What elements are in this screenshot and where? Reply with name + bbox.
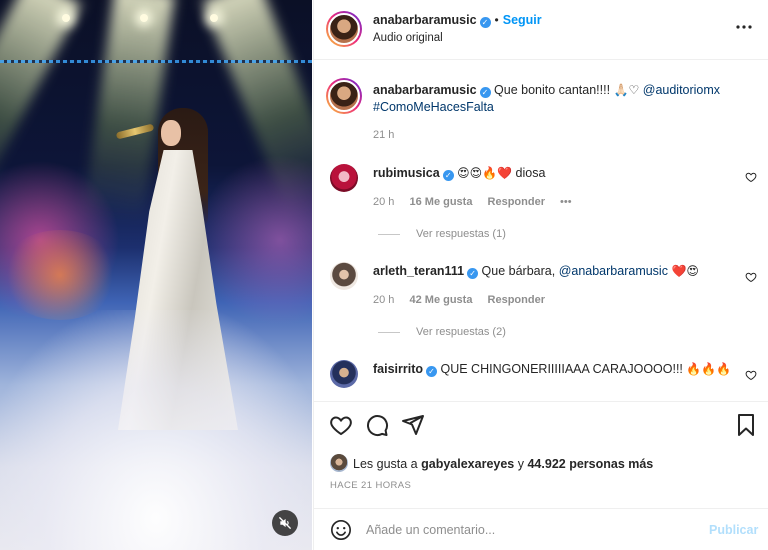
- reply-button[interactable]: Responder: [488, 294, 545, 306]
- reply-button[interactable]: Responder: [488, 196, 545, 208]
- likes-middle: y: [517, 457, 524, 471]
- comment-item: rubimusica ✓ 😍😍🔥❤️ diosa 20 h 16 Me gusta…: [314, 161, 768, 251]
- comment-composer: Añade un comentario... Publicar: [314, 508, 768, 550]
- comment-body: Que bárbara,: [481, 264, 556, 278]
- comment-input[interactable]: Añade un comentario...: [366, 523, 495, 537]
- follow-button[interactable]: Seguir: [503, 13, 542, 27]
- verified-icon: ✓: [479, 17, 491, 28]
- post-media-video[interactable]: [0, 0, 312, 550]
- mute-toggle-button[interactable]: [272, 510, 298, 536]
- author-line: anabarbaramusic ✓ • Seguir: [373, 13, 542, 28]
- commenter-avatar[interactable]: [330, 262, 358, 290]
- liker-avatar[interactable]: [330, 454, 348, 472]
- post-actions: Les gusta a gabyalexareyes y 44.922 pers…: [314, 401, 768, 550]
- heart-icon[interactable]: [329, 413, 353, 437]
- caption-meta: 21 h: [373, 129, 406, 141]
- replies-divider: [378, 233, 400, 235]
- comment-like-heart-icon[interactable]: [745, 271, 757, 283]
- separator-dot: •: [494, 13, 499, 27]
- view-replies-button[interactable]: Ver respuestas (1): [378, 228, 506, 240]
- comment-meta: 20 h 16 Me gusta Responder •••: [373, 196, 584, 208]
- audio-label[interactable]: Audio original: [373, 32, 443, 44]
- singer-face: [161, 120, 181, 146]
- comment-meta: 20 h 42 Me gusta Responder: [373, 294, 557, 306]
- verified-icon: ✓: [426, 366, 438, 377]
- verified-icon: ✓: [442, 170, 454, 181]
- stage-smoke: [0, 310, 312, 550]
- view-replies-label: Ver respuestas (2): [416, 326, 506, 338]
- likes-count[interactable]: 44.922 personas más: [527, 457, 653, 471]
- caption-body: Que bonito cantan!!!!: [494, 83, 611, 97]
- emoji-icon[interactable]: [330, 519, 352, 541]
- comment-text: faisirrito ✓ QUE CHINGONERIIIIIAAA CARAJO…: [373, 361, 731, 378]
- view-replies-label: Ver respuestas (1): [416, 228, 506, 240]
- bookmark-icon[interactable]: [734, 413, 758, 437]
- commenter-avatar[interactable]: [330, 360, 358, 388]
- comment-username[interactable]: faisirrito: [373, 362, 423, 376]
- liker-username[interactable]: gabyalexareyes: [421, 457, 514, 471]
- caption-hashtag[interactable]: #ComoMeHacesFalta: [373, 100, 494, 114]
- comment-body: diosa: [512, 166, 546, 180]
- comment-item: faisirrito ✓ QUE CHINGONERIIIIIAAA CARAJO…: [314, 357, 768, 401]
- comment-time[interactable]: 20 h: [373, 196, 394, 208]
- comment-emojis: ❤️😍: [671, 264, 699, 278]
- comment-text: rubimusica ✓ 😍😍🔥❤️ diosa: [373, 165, 545, 182]
- comment-time[interactable]: 20 h: [373, 294, 394, 306]
- post-details-panel: anabarbaramusic ✓ • Seguir Audio original a…: [313, 0, 768, 550]
- comment-body: QUE CHINGONERIIIIIAAA CARAJOOOO!!!: [440, 362, 683, 376]
- comment-text: arleth_teran111 ✓ Que bárbara, @anabarbar…: [373, 263, 699, 280]
- comment-emojis: 🔥🔥🔥: [686, 362, 732, 376]
- stage-light: [210, 14, 218, 22]
- comment-like-heart-icon[interactable]: [745, 369, 757, 381]
- author-avatar[interactable]: [326, 78, 362, 114]
- comment-username[interactable]: arleth_teran111: [373, 264, 464, 278]
- comment-likes[interactable]: 42 Me gusta: [409, 294, 472, 306]
- comments-list[interactable]: anabarbaramusic ✓ Que bonito cantan!!!! 🙏…: [314, 61, 768, 401]
- comment-username[interactable]: rubimusica: [373, 166, 440, 180]
- stage-glow: [0, 230, 120, 320]
- comment-icon[interactable]: [365, 413, 389, 437]
- led-strip: [0, 60, 312, 63]
- muted-speaker-icon: [279, 517, 291, 529]
- more-options-button[interactable]: [734, 20, 754, 34]
- comment-like-heart-icon[interactable]: [745, 171, 757, 183]
- replies-divider: [378, 331, 400, 333]
- post-timestamp[interactable]: HACE 21 HORAS: [330, 480, 411, 491]
- caption-text: anabarbaramusic ✓ Que bonito cantan!!!! 🙏…: [373, 82, 753, 116]
- stage-glow: [200, 150, 312, 330]
- comment-item: arleth_teran111 ✓ Que bárbara, @anabarbar…: [314, 259, 768, 349]
- comment-more-button[interactable]: •••: [560, 196, 572, 208]
- likes-prefix: Les gusta a: [353, 457, 418, 471]
- caption-mention[interactable]: @auditoriomx: [643, 83, 720, 97]
- author-avatar[interactable]: [326, 11, 362, 47]
- comment-mention[interactable]: @anabarbaramusic: [559, 264, 668, 278]
- comment-likes[interactable]: 16 Me gusta: [409, 196, 472, 208]
- more-icon: [736, 25, 752, 29]
- caption-block: anabarbaramusic ✓ Que bonito cantan!!!! 🙏…: [314, 75, 768, 145]
- share-icon[interactable]: [401, 413, 425, 437]
- comment-emojis: 😍😍🔥❤️: [457, 166, 513, 180]
- caption-emojis: 🙏🏻♡: [613, 83, 640, 97]
- likes-summary[interactable]: Les gusta a gabyalexareyes y 44.922 pers…: [330, 454, 653, 472]
- caption-time[interactable]: 21 h: [373, 129, 394, 141]
- view-replies-button[interactable]: Ver respuestas (2): [378, 326, 506, 338]
- commenter-avatar[interactable]: [330, 164, 358, 192]
- post-header: anabarbaramusic ✓ • Seguir Audio original: [314, 0, 768, 60]
- stage-light: [62, 14, 70, 22]
- author-username[interactable]: anabarbaramusic: [373, 13, 477, 27]
- publish-button[interactable]: Publicar: [709, 523, 758, 537]
- caption-username[interactable]: anabarbaramusic: [373, 83, 477, 97]
- stage-light: [140, 14, 148, 22]
- verified-icon: ✓: [467, 268, 479, 279]
- verified-icon: ✓: [479, 87, 491, 98]
